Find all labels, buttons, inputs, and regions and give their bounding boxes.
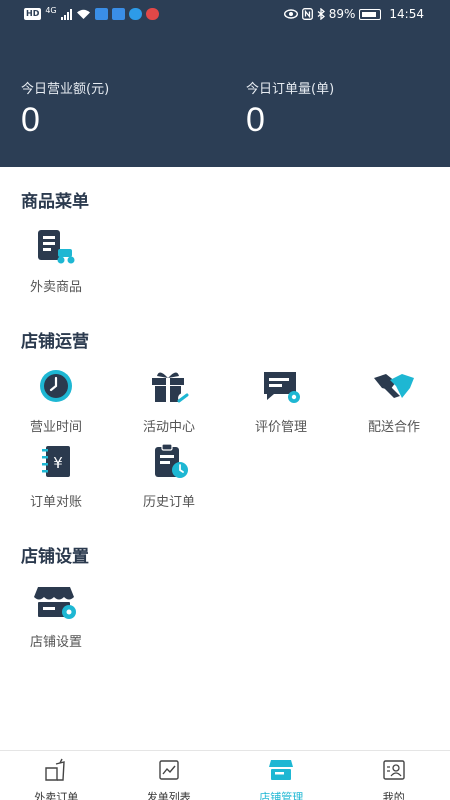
- tab-mine[interactable]: 我的: [338, 751, 450, 800]
- svg-text:¥: ¥: [53, 454, 63, 472]
- store-settings-icon: [34, 587, 76, 619]
- gift-icon: [152, 372, 189, 403]
- today-revenue-label: 今日营业额(元): [21, 82, 110, 97]
- app-notification-icon: [94, 8, 108, 20]
- store-icon: [269, 760, 294, 780]
- bottom-tabbar: 外卖订单 发单列表 店铺管理 我的: [0, 750, 450, 800]
- battery-icon: [359, 8, 382, 20]
- app-notification-icon: [145, 8, 159, 20]
- tile-label: 营业时间: [29, 420, 82, 435]
- status-bar: HD 4G 89% 14:54: [0, 0, 450, 28]
- battery-percent: 89%: [328, 7, 356, 21]
- bluetooth-icon: [317, 8, 325, 20]
- hd-badge: HD: [24, 8, 42, 20]
- comment-settings-icon: [264, 372, 300, 403]
- section-title-menu: 商品菜单: [21, 192, 89, 212]
- header: HD 4G 89% 14:54 今日营业额(元) 0 今日订单量(单) 0: [0, 0, 450, 167]
- list-icon: [159, 760, 179, 780]
- tab-label: 外卖订单: [34, 791, 79, 800]
- tile-business-hours[interactable]: 营业时间: [8, 368, 104, 435]
- yuan-notebook-icon: ¥: [42, 446, 70, 477]
- today-orders: 今日订单量(单) 0: [246, 78, 334, 140]
- tile-label: 订单对账: [29, 495, 82, 510]
- takeout-order-icon: [45, 758, 66, 781]
- tile-takeout-goods[interactable]: 外卖商品: [8, 228, 104, 295]
- tile-store-settings[interactable]: 店铺设置: [8, 583, 104, 650]
- network-gen: 4G: [45, 5, 57, 15]
- app-notification-icon: [111, 8, 125, 20]
- today-revenue: 今日营业额(元) 0: [21, 78, 109, 140]
- tile-order-reconciliation[interactable]: ¥ 订单对账: [8, 443, 104, 510]
- section-title-operations: 店铺运营: [21, 332, 89, 352]
- tile-review-management[interactable]: 评价管理: [233, 368, 329, 435]
- tab-takeout-orders[interactable]: 外卖订单: [0, 751, 113, 800]
- clock-icon: [40, 370, 72, 402]
- profile-icon: [383, 760, 405, 780]
- status-time: 14:54: [389, 7, 424, 21]
- tab-label: 我的: [382, 791, 405, 800]
- handshake-icon: [374, 374, 414, 398]
- tab-label: 店铺管理: [259, 791, 304, 800]
- today-revenue-value: 0: [21, 101, 40, 139]
- takeout-goods-icon: [38, 230, 75, 264]
- tile-history-orders[interactable]: 历史订单: [121, 443, 217, 510]
- signal-icon: [60, 8, 72, 20]
- tile-label: 店铺设置: [29, 635, 82, 650]
- tile-label: 活动中心: [142, 420, 195, 435]
- tile-delivery-cooperation[interactable]: 配送合作: [346, 368, 442, 435]
- section-title-store-settings: 店铺设置: [21, 547, 89, 567]
- tab-label: 发单列表: [146, 791, 191, 800]
- wifi-icon: [76, 9, 90, 19]
- tile-label: 配送合作: [367, 420, 420, 435]
- today-orders-value: 0: [246, 101, 265, 139]
- history-clipboard-icon: [155, 443, 188, 478]
- tile-label: 外卖商品: [29, 280, 82, 295]
- tab-store-management[interactable]: 店铺管理: [225, 751, 338, 800]
- tile-label: 评价管理: [254, 420, 307, 435]
- nfc-icon: [301, 8, 313, 20]
- today-orders-label: 今日订单量(单): [246, 82, 335, 97]
- tile-activity-center[interactable]: 活动中心: [121, 368, 217, 435]
- tile-label: 历史订单: [142, 495, 195, 510]
- eye-icon: [283, 9, 298, 19]
- tab-order-list[interactable]: 发单列表: [113, 751, 226, 800]
- app-notification-icon: [128, 8, 142, 20]
